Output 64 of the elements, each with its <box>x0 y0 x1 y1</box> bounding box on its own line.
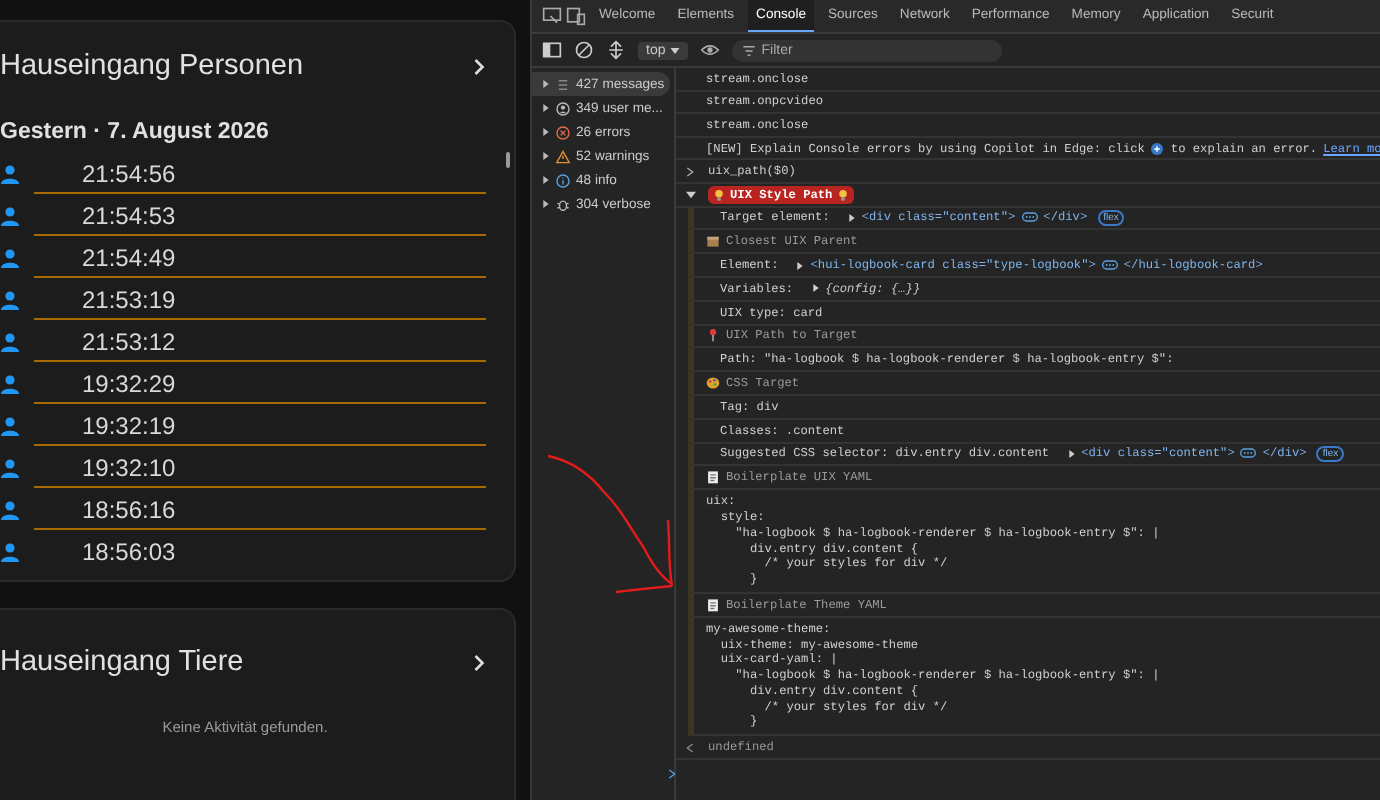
memo-icon <box>706 470 720 485</box>
prompt-chevron-icon[interactable] <box>668 767 676 780</box>
ellipsis-icon[interactable] <box>1021 212 1038 223</box>
chevron-right-icon[interactable] <box>472 57 486 75</box>
sidebar-toggle-icon[interactable] <box>542 40 562 60</box>
pin-icon <box>706 328 720 343</box>
clear-icon[interactable] <box>574 40 594 60</box>
lightbulb-icon <box>838 187 849 202</box>
person-icon <box>0 247 20 267</box>
entry-time[interactable]: 21:54:49 <box>82 243 176 271</box>
eye-icon[interactable] <box>699 40 720 60</box>
person-icon <box>0 289 20 309</box>
device-toggle-icon[interactable] <box>566 6 586 26</box>
chevron-right-icon[interactable] <box>472 653 486 671</box>
prompt-chevron-icon <box>686 165 694 178</box>
ellipsis-icon[interactable] <box>1240 448 1257 459</box>
card-title: Hauseingang Personen <box>0 50 304 82</box>
list-icon <box>556 77 570 91</box>
person-icon <box>0 163 20 183</box>
filter-icon <box>741 43 756 57</box>
person-icon <box>0 541 20 561</box>
date-heading: Gestern · 7. August 2026 <box>0 120 271 144</box>
error-icon <box>556 125 570 139</box>
person-icon <box>0 415 20 435</box>
person-icon <box>0 331 20 351</box>
memo-icon <box>706 597 720 612</box>
expand-triangle-icon[interactable] <box>542 152 550 160</box>
entry-time[interactable]: 21:54:53 <box>82 201 176 229</box>
device-inspect-icon[interactable] <box>542 6 562 26</box>
person-icon <box>0 205 20 225</box>
entry-time[interactable]: 21:53:19 <box>82 285 176 313</box>
caret-icon[interactable] <box>669 47 680 53</box>
expand-triangle-icon[interactable] <box>542 128 550 136</box>
expand-triangle-icon[interactable] <box>796 261 805 270</box>
ellipsis-icon[interactable] <box>1101 260 1118 271</box>
entry-time[interactable]: 21:53:12 <box>82 327 176 355</box>
warning-icon <box>556 149 570 163</box>
expand-triangle-icon[interactable] <box>542 200 550 208</box>
expand-triangle-icon[interactable] <box>847 213 856 222</box>
palette-icon <box>706 376 720 391</box>
entry-time[interactable]: 19:32:29 <box>82 369 176 397</box>
expand-triangle-icon[interactable] <box>542 104 550 112</box>
person-icon <box>0 373 20 393</box>
user-icon <box>556 101 570 115</box>
box-icon <box>706 234 720 249</box>
info-icon <box>556 173 570 187</box>
entry-time[interactable]: 18:56:03 <box>82 537 176 565</box>
entry-time[interactable]: 19:32:19 <box>82 411 176 439</box>
scrollbar[interactable] <box>506 152 510 168</box>
expand-triangle-icon[interactable] <box>542 176 550 184</box>
expand-triangle-icon[interactable] <box>542 80 550 88</box>
entry-time[interactable]: 19:32:10 <box>82 453 176 481</box>
expand-triangle-icon[interactable] <box>1067 449 1076 458</box>
bug-icon <box>556 197 570 211</box>
entry-time[interactable]: 18:56:16 <box>82 495 176 523</box>
copilot-icon[interactable] <box>1150 141 1165 156</box>
filter-arrows-icon[interactable] <box>606 40 626 60</box>
collapse-triangle-icon[interactable] <box>686 189 696 200</box>
entry-time[interactable]: 21:54:56 <box>82 159 176 187</box>
person-icon <box>0 457 20 477</box>
expand-triangle-icon[interactable] <box>811 284 820 293</box>
card-title: Hauseingang Tiere <box>0 646 244 678</box>
person-icon <box>0 499 20 519</box>
lightbulb-icon <box>714 187 724 202</box>
